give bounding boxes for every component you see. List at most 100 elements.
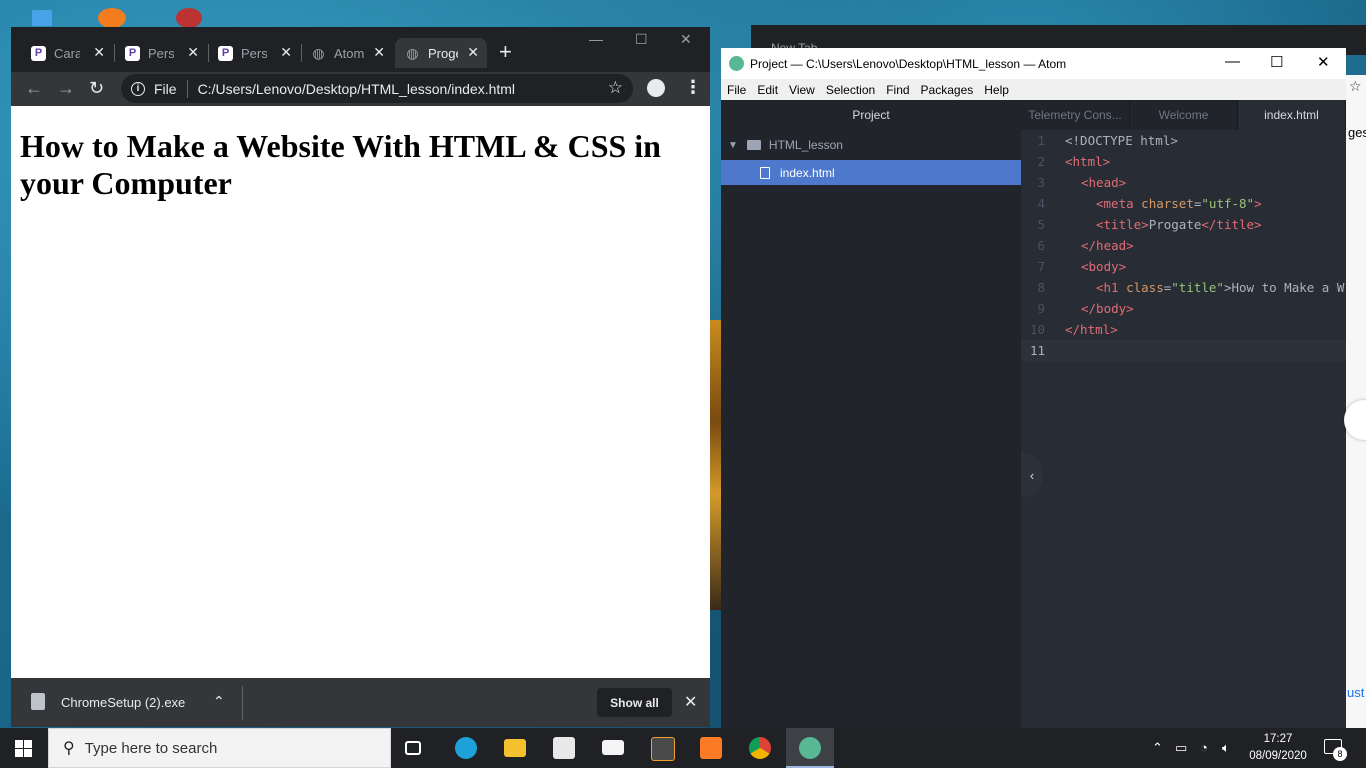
- new-tab-button[interactable]: +: [499, 39, 512, 65]
- close-icon[interactable]: ✕: [467, 44, 479, 61]
- back-arrow-icon[interactable]: ←: [25, 78, 43, 99]
- close-icon[interactable]: ✕: [187, 44, 199, 61]
- tab-2[interactable]: P Persia ✕: [115, 38, 207, 68]
- search-placeholder: Type here to search: [84, 739, 218, 757]
- menu-help[interactable]: Help: [984, 83, 1009, 97]
- download-filename[interactable]: ChromeSetup (2).exe: [61, 695, 185, 710]
- volume-icon[interactable]: 🔈︎: [1222, 740, 1230, 756]
- taskbar-search[interactable]: ⚲ Type here to search: [48, 728, 391, 768]
- menu-selection[interactable]: Selection: [826, 83, 875, 97]
- code-line: 6 </head>: [1021, 235, 1346, 256]
- info-icon[interactable]: i: [131, 81, 145, 96]
- forward-arrow-icon[interactable]: →: [57, 78, 75, 99]
- maximize-icon[interactable]: ☐: [635, 31, 648, 48]
- h1-text: >How to Make a W: [1223, 280, 1345, 295]
- address-url[interactable]: C:/Users/Lenovo/Desktop/HTML_lesson/inde…: [198, 81, 515, 97]
- peek-link[interactable]: ust: [1347, 685, 1364, 700]
- tab-4[interactable]: ◍ Atom ✕: [301, 38, 393, 68]
- close-window-icon[interactable]: ✕: [680, 31, 692, 48]
- h1-value: "title": [1171, 280, 1224, 295]
- menu-dots-icon[interactable]: ⋮: [684, 77, 702, 98]
- profile-avatar-icon[interactable]: [647, 79, 665, 97]
- store-icon[interactable]: [553, 737, 575, 759]
- atom-title-bar: Project — C:\Users\Lenovo\Desktop\HTML_l…: [721, 48, 1346, 79]
- wifi-icon[interactable]: ◔: [1200, 740, 1208, 755]
- code-editor[interactable]: Telemetry Cons... Welcome index.html 1 <!…: [1021, 100, 1346, 728]
- close-icon[interactable]: ✕: [373, 44, 385, 61]
- show-all-button[interactable]: Show all: [597, 688, 672, 717]
- title-open-tag: <title>: [1096, 217, 1149, 232]
- tree-header[interactable]: Project: [721, 100, 1021, 130]
- xampp-icon[interactable]: [700, 737, 722, 759]
- close-icon[interactable]: ✕: [280, 44, 292, 61]
- maximize-icon[interactable]: ☐: [1270, 53, 1283, 71]
- minimize-icon[interactable]: —: [589, 31, 603, 47]
- taskbar: ⚲ Type here to search ⌃ ▭ ◔ 🔈︎ 17:27 08/…: [0, 728, 1366, 768]
- menu-view[interactable]: View: [789, 83, 815, 97]
- clock-date: 08/09/2020: [1249, 750, 1307, 762]
- address-bar[interactable]: i File C:/Users/Lenovo/Desktop/HTML_less…: [121, 74, 633, 103]
- browser-window[interactable]: P Cara M ✕ P Persia ✕ P Persia ✕ ◍ Atom …: [11, 27, 710, 727]
- meta-end: >: [1254, 196, 1262, 211]
- line-number: 1: [1037, 133, 1045, 148]
- minimize-icon[interactable]: —: [1225, 53, 1240, 70]
- installer-file-icon: [31, 693, 45, 710]
- star-icon[interactable]: ☆: [1349, 78, 1362, 95]
- close-downloads-icon[interactable]: ✕: [684, 692, 697, 712]
- close-window-icon[interactable]: ✕: [1317, 53, 1330, 71]
- tree-file-index-html[interactable]: index.html: [721, 160, 1021, 185]
- html-open-tag: <html>: [1065, 154, 1111, 169]
- desktop-firefox-icon[interactable]: [98, 8, 126, 28]
- menu-packages[interactable]: Packages: [921, 83, 974, 97]
- html-close-tag: </html>: [1065, 322, 1118, 337]
- window-title: Project — C:\Users\Lenovo\Desktop\HTML_l…: [750, 56, 1067, 71]
- system-clock[interactable]: 17:27 08/09/2020: [1248, 731, 1308, 765]
- tab-title: Cara M: [54, 45, 80, 61]
- mail-icon[interactable]: [602, 740, 624, 755]
- tab-index-html[interactable]: index.html: [1238, 100, 1346, 130]
- chevron-up-icon[interactable]: ⌃: [213, 693, 225, 710]
- tab-5-active[interactable]: ◍ Proge ✕: [395, 38, 487, 68]
- tab-1[interactable]: P Cara M ✕: [21, 38, 113, 68]
- chrome-icon[interactable]: [749, 737, 771, 759]
- tree-folder-html-lesson[interactable]: ▼ HTML_lesson: [721, 133, 1021, 157]
- task-view-icon[interactable]: [405, 741, 421, 755]
- close-icon[interactable]: ✕: [93, 44, 105, 61]
- file-explorer-icon[interactable]: [504, 739, 526, 757]
- folder-label: HTML_lesson: [768, 138, 843, 152]
- meta-value: "utf-8": [1201, 196, 1255, 211]
- code-line: 7 <body>: [1021, 256, 1346, 277]
- tab-strip: P Cara M ✕ P Persia ✕ P Persia ✕ ◍ Atom …: [11, 27, 710, 72]
- collapse-panel-handle[interactable]: ‹: [1021, 452, 1043, 498]
- menu-file[interactable]: File: [727, 83, 746, 97]
- desktop-folder-icon[interactable]: [32, 10, 52, 26]
- desktop-app-icon[interactable]: [176, 8, 202, 28]
- tab-title: Atom: [334, 45, 364, 61]
- sublime-text-icon[interactable]: [651, 737, 675, 761]
- reload-icon[interactable]: ↻: [89, 78, 104, 99]
- progate-icon: P: [31, 45, 46, 61]
- chevron-up-icon[interactable]: ⌃: [1152, 740, 1163, 756]
- code-area[interactable]: 1 <!DOCTYPE html> 2 <html> 3 <head> 4 <meta …: [1021, 130, 1346, 361]
- page-heading: How to Make a Website With HTML & CSS in…: [20, 128, 661, 201]
- atom-editor-window[interactable]: Project — C:\Users\Lenovo\Desktop\HTML_l…: [721, 48, 1346, 728]
- code-line: 4 <meta charset="utf-8">: [1021, 193, 1346, 214]
- menu-find[interactable]: Find: [886, 83, 909, 97]
- battery-icon[interactable]: ▭: [1175, 740, 1187, 756]
- code-line: 9 </body>: [1021, 298, 1346, 319]
- code-line-current: 11: [1021, 340, 1346, 361]
- tab-title: Persia: [241, 45, 267, 61]
- edge-icon[interactable]: [455, 737, 477, 759]
- chevron-down-icon[interactable]: ▼: [728, 140, 738, 151]
- star-icon[interactable]: ☆: [608, 78, 623, 98]
- menu-edit[interactable]: Edit: [757, 83, 778, 97]
- line-number: 4: [1037, 196, 1045, 211]
- tab-welcome[interactable]: Welcome: [1130, 100, 1238, 130]
- windows-start-icon[interactable]: [15, 740, 32, 757]
- tab-title: Persia: [148, 45, 174, 61]
- head-open-tag: <head>: [1081, 175, 1127, 190]
- tab-3[interactable]: P Persia ✕: [208, 38, 300, 68]
- atom-icon[interactable]: [799, 737, 821, 759]
- downloads-divider: [242, 686, 243, 720]
- tab-telemetry[interactable]: Telemetry Cons...: [1021, 100, 1130, 130]
